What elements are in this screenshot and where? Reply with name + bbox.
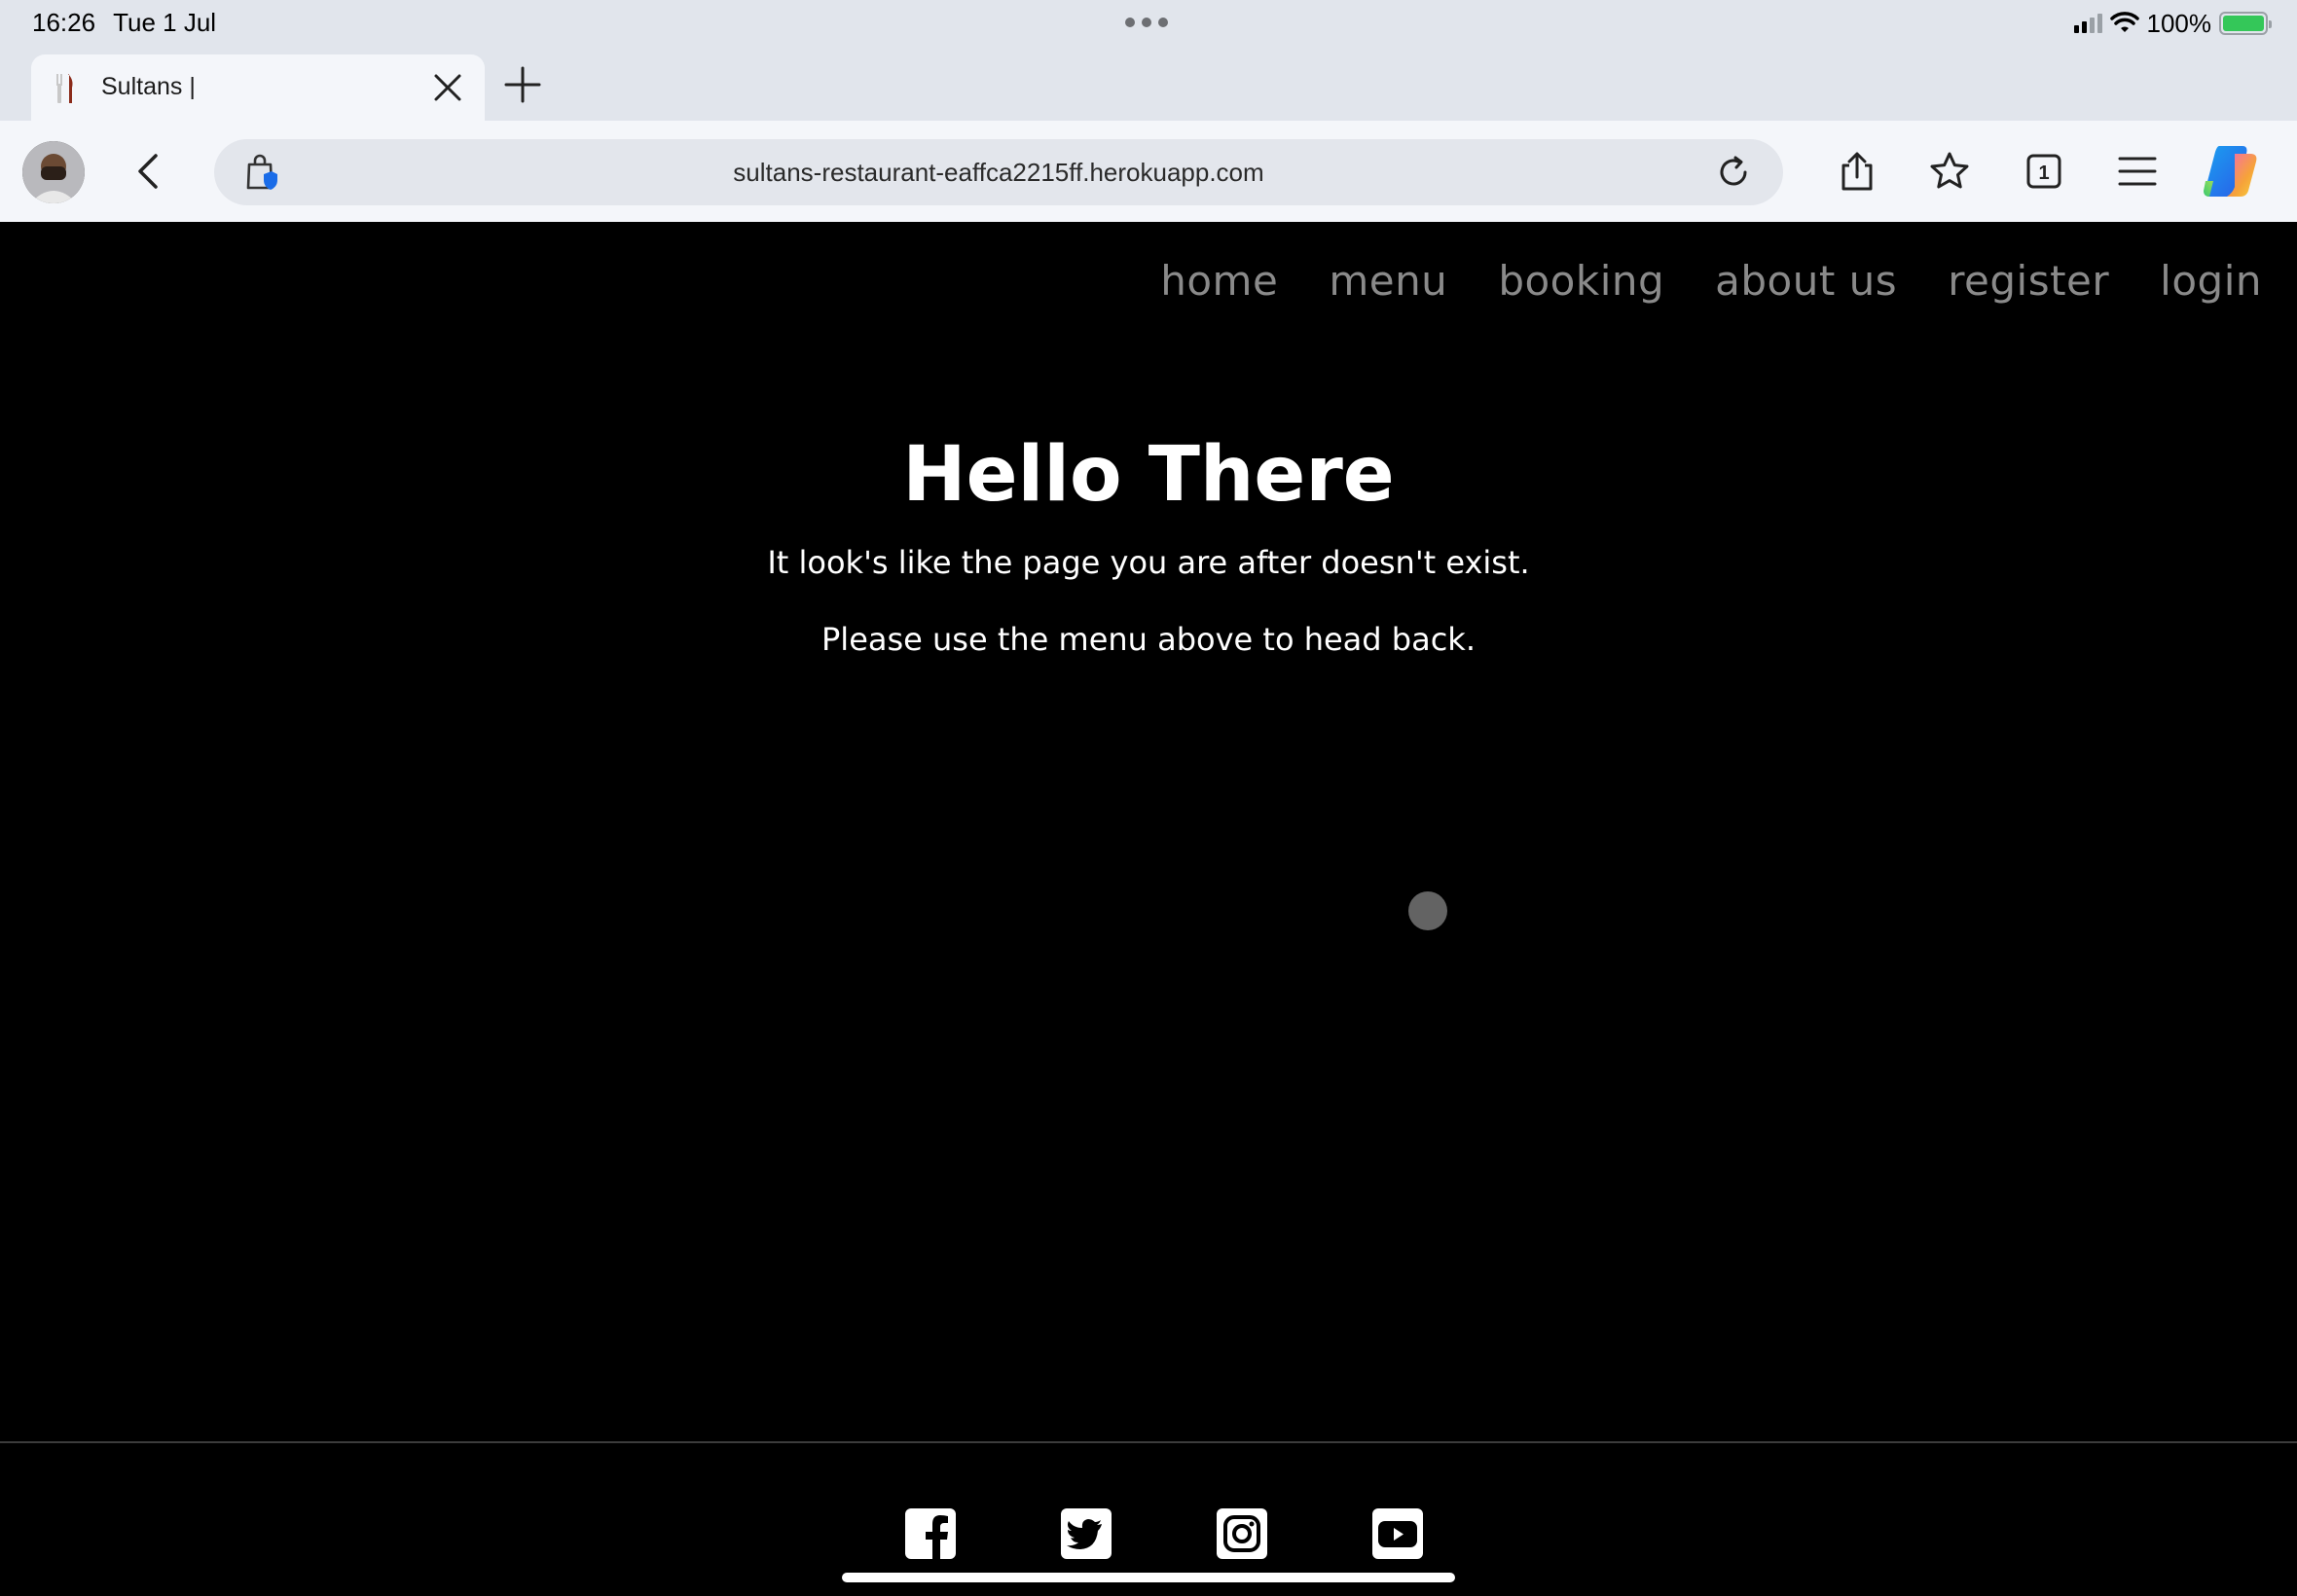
nav-home[interactable]: home — [1160, 257, 1278, 305]
status-time: 16:26 — [32, 8, 96, 37]
status-date: Tue 1 Jul — [113, 8, 217, 37]
site-nav: home menu booking about us register logi… — [1160, 257, 2262, 305]
page-title: Hello There — [902, 431, 1395, 519]
url-text: sultans-restaurant-eaffca2215ff.herokuap… — [733, 158, 1264, 187]
multitasking-dots-icon[interactable] — [1125, 18, 1168, 27]
pointer-cursor — [1408, 891, 1447, 930]
browser-toolbar: sultans-restaurant-eaffca2215ff.herokuap… — [0, 121, 2297, 222]
fork-knife-icon — [56, 74, 73, 103]
battery-icon — [2219, 12, 2272, 35]
home-indicator[interactable] — [842, 1573, 1455, 1582]
browser-tab[interactable]: Sultans | — [31, 54, 485, 121]
share-icon[interactable] — [1836, 150, 1878, 193]
star-icon[interactable] — [1928, 150, 1971, 193]
close-tab-icon[interactable] — [430, 70, 465, 105]
instagram-icon[interactable] — [1215, 1506, 1269, 1561]
web-page: home menu booking about us register logi… — [0, 222, 2297, 1596]
address-bar[interactable]: sultans-restaurant-eaffca2215ff.herokuap… — [214, 139, 1783, 205]
tab-title: Sultans | — [101, 73, 196, 100]
battery-percent: 100% — [2146, 8, 2212, 38]
reload-icon[interactable] — [1714, 153, 1753, 192]
copilot-icon[interactable] — [2200, 142, 2262, 200]
nav-login[interactable]: login — [2160, 257, 2262, 305]
tab-strip: Sultans | — [0, 49, 2297, 121]
status-bar: 16:26 Tue 1 Jul 100% — [0, 0, 2297, 49]
cellular-signal-icon — [2073, 14, 2102, 33]
menu-icon[interactable] — [2116, 150, 2159, 193]
nav-booking[interactable]: booking — [1498, 257, 1664, 305]
tab-count: 1 — [2038, 163, 2049, 184]
nav-menu[interactable]: menu — [1329, 257, 1447, 305]
navigation-hint: Please use the menu above to head back. — [821, 621, 1476, 658]
tabs-icon[interactable]: 1 — [2023, 150, 2065, 193]
not-found-message: It look's like the page you are after do… — [767, 544, 1530, 581]
facebook-icon[interactable] — [903, 1506, 958, 1561]
wifi-icon — [2109, 12, 2139, 32]
youtube-icon[interactable] — [1370, 1506, 1425, 1561]
profile-avatar[interactable] — [22, 141, 85, 203]
nav-register[interactable]: register — [1948, 257, 2109, 305]
new-tab-icon[interactable] — [502, 64, 543, 105]
nav-about-us[interactable]: about us — [1715, 257, 1897, 305]
back-icon[interactable] — [128, 150, 167, 193]
footer-divider — [0, 1441, 2297, 1443]
twitter-icon[interactable] — [1059, 1506, 1113, 1561]
